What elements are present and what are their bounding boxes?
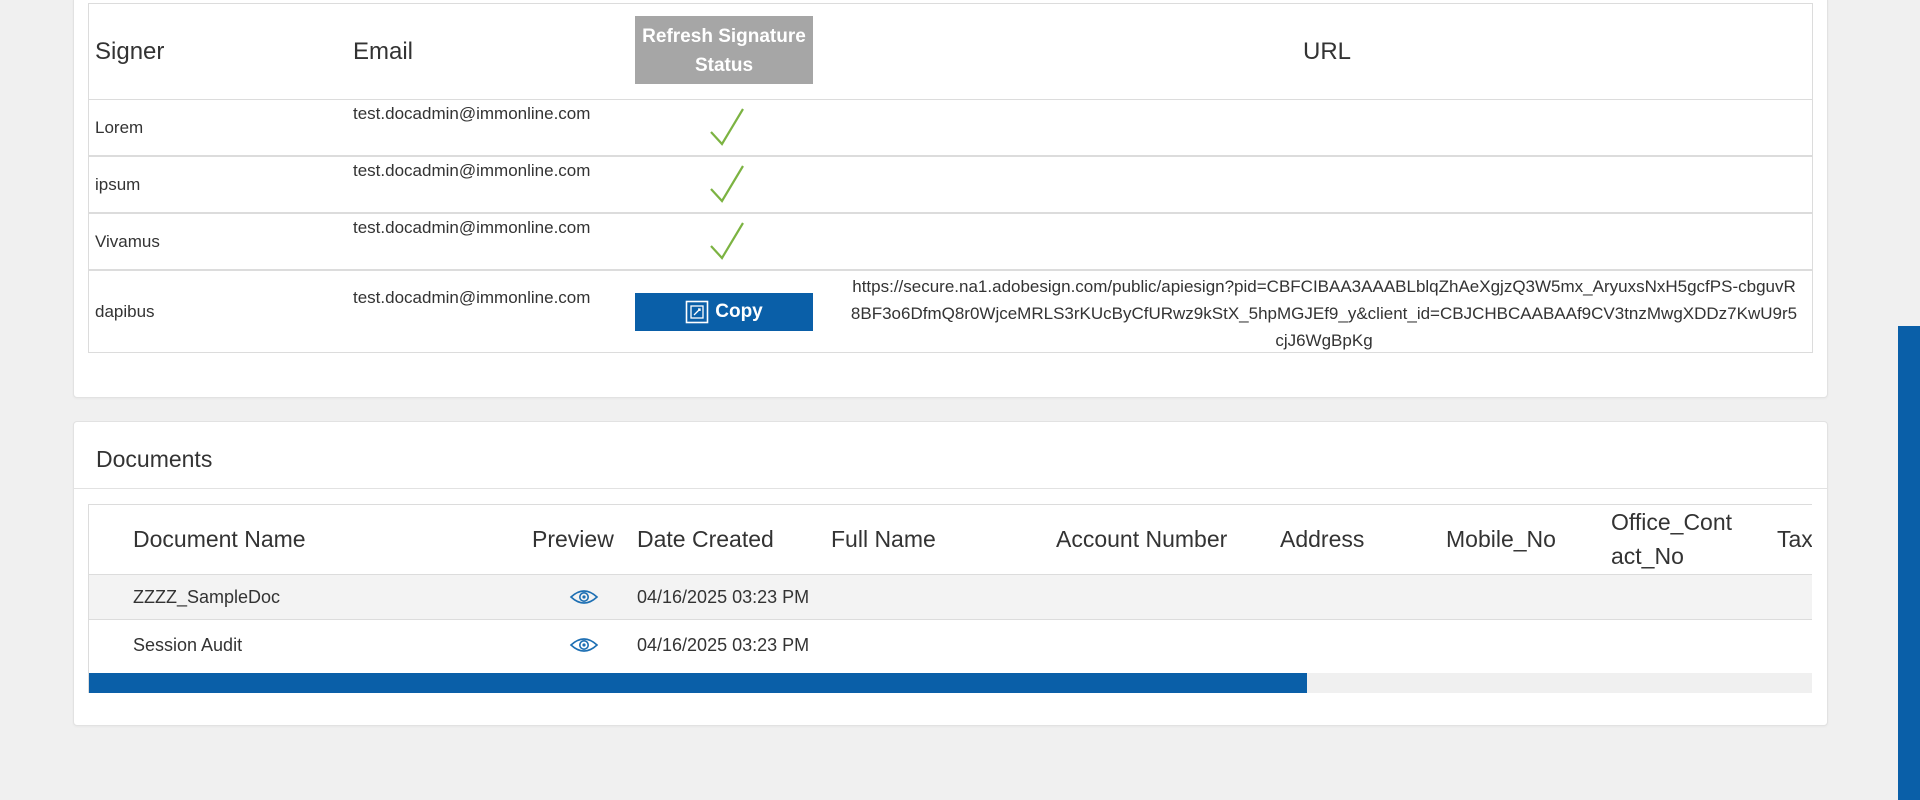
url-column-header: URL	[1303, 38, 1352, 65]
signer-row: Vivamus test.docadmin@immonline.com	[89, 214, 1812, 271]
signer-row: Lorem test.docadmin@immonline.com	[89, 100, 1812, 157]
column-header-address[interactable]: Address	[1280, 522, 1364, 556]
signer-email: test.docadmin@immonline.com	[353, 288, 591, 307]
document-date-created: 04/16/2025 03:23 PM	[637, 587, 810, 607]
signer-column-header: Signer	[95, 38, 165, 65]
email-column-header: Email	[353, 38, 414, 65]
documents-card: Documents Document Name Preview Date Cre…	[73, 421, 1828, 726]
document-name: Session Audit	[133, 635, 243, 655]
signer-email: test.docadmin@immonline.com	[353, 161, 591, 180]
column-header-preview[interactable]: Preview	[532, 522, 614, 556]
signer-name: Vivamus	[95, 232, 160, 251]
signer-name: Lorem	[95, 118, 144, 137]
horizontal-scrollbar[interactable]	[89, 673, 1812, 693]
column-header-account-number[interactable]: Account Number	[1056, 522, 1227, 556]
document-row[interactable]: Session Audit 04/16/2025 03:23 PM	[89, 620, 1812, 672]
eye-icon[interactable]	[569, 635, 599, 655]
signers-table-header: Signer Email Refresh Signature Status UR…	[89, 4, 1812, 100]
column-header-date-created[interactable]: Date Created	[637, 522, 774, 556]
documents-title: Documents	[96, 446, 213, 472]
document-date-created: 04/16/2025 03:23 PM	[637, 635, 810, 655]
signers-table: Signer Email Refresh Signature Status UR…	[88, 3, 1813, 353]
copy-button-label: Copy	[715, 301, 763, 322]
signer-row: dapibus test.docadmin@immonline.com Copy…	[89, 271, 1812, 352]
eye-icon[interactable]	[569, 587, 599, 607]
signer-email: test.docadmin@immonline.com	[353, 104, 591, 123]
documents-table-header: Document Name Preview Date Created Full …	[89, 505, 1812, 575]
check-icon	[710, 108, 744, 146]
document-name: ZZZZ_SampleDoc	[133, 587, 281, 607]
document-row[interactable]: ZZZZ_SampleDoc 04/16/2025 03:23 PM	[89, 575, 1812, 620]
signer-row: ipsum test.docadmin@immonline.com	[89, 157, 1812, 214]
documents-table: Document Name Preview Date Created Full …	[88, 504, 1812, 693]
signing-url[interactable]: https://secure.na1.adobesign.com/public/…	[849, 273, 1799, 354]
refresh-signature-status-button[interactable]: Refresh Signature Status	[635, 16, 813, 84]
copy-icon	[685, 300, 709, 324]
signers-card: Signer Email Refresh Signature Status UR…	[73, 0, 1828, 398]
copy-url-button[interactable]: Copy	[635, 293, 813, 331]
column-header-mobile-no[interactable]: Mobile_No	[1446, 522, 1556, 556]
signer-name: ipsum	[95, 175, 141, 194]
vertical-scrollbar-thumb[interactable]	[1898, 326, 1920, 800]
check-icon	[710, 165, 744, 203]
check-icon	[710, 222, 744, 260]
column-header-full-name[interactable]: Full Name	[831, 522, 936, 556]
column-header-office-contact-no[interactable]: Office_Contact_No	[1611, 505, 1736, 573]
documents-divider	[74, 488, 1827, 489]
signer-email: test.docadmin@immonline.com	[353, 218, 591, 237]
horizontal-scrollbar-thumb[interactable]	[89, 673, 1308, 693]
column-header-tax[interactable]: Tax	[1777, 522, 1812, 556]
signer-name: dapibus	[95, 302, 155, 321]
column-header-document-name[interactable]: Document Name	[133, 522, 306, 556]
